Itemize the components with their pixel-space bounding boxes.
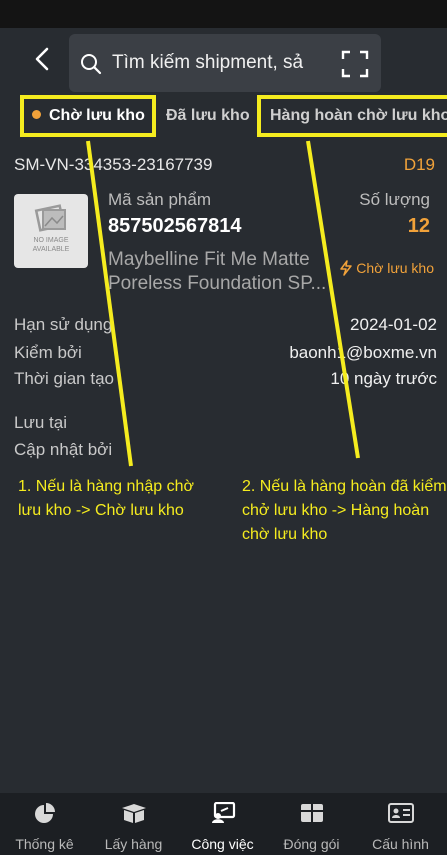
package-icon [301,804,323,822]
nav-item-cau-hinh[interactable]: Cấu hình [356,793,445,855]
nav-label: Thống kê [15,836,74,852]
task-board-icon [212,802,236,823]
nav-label: Lấy hàng [104,836,163,852]
pie-chart-icon [35,803,55,823]
nav-item-lay-hang[interactable]: Lấy hàng [89,793,178,855]
annotation-note-2: 2. Nếu là hàng hoàn đã kiểm chở lưu kho … [242,478,447,543]
nav-label: Đóng gói [283,836,340,852]
annotation-note-1: 1. Nếu là hàng nhập chờ lưu kho -> Chờ l… [18,478,194,519]
nav-label: Cấu hình [372,836,429,852]
box-open-icon [122,804,146,823]
annotation-line-2 [306,140,360,459]
id-card-icon [388,803,414,823]
nav-item-cong-viec[interactable]: Công việc [178,793,267,855]
nav-item-dong-goi[interactable]: Đóng gói [267,793,356,855]
nav-label: Công việc [191,836,254,852]
annotation-lines [86,140,360,467]
annotation-line-1 [86,140,133,467]
bottom-nav: Thống kê Lấy hàng Công việc Đóng gói Cấu… [0,793,447,855]
nav-item-thong-ke[interactable]: Thống kê [0,793,89,855]
